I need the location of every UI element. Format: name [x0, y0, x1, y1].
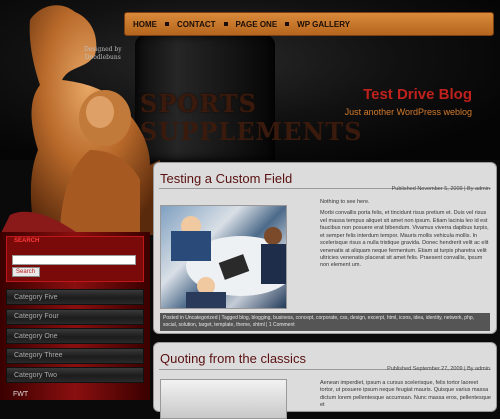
designer-credit-line1: Designed by	[84, 46, 122, 53]
post-meta: Published September 27, 2009 | By admin	[387, 366, 490, 372]
main-navigation: HOME CONTACT PAGE ONE WP GALLERY	[124, 12, 494, 36]
category-item-two[interactable]: Category Two	[6, 367, 144, 383]
post-card: Quoting from the classics Published Sept…	[153, 342, 497, 419]
nav-home-link[interactable]: HOME	[133, 20, 169, 29]
category-item-fwt[interactable]: FWT	[6, 387, 144, 403]
nav-contact-label: CONTACT	[177, 19, 216, 29]
post-paragraph: Morbi convallis porta felis, et tincidun…	[320, 210, 489, 269]
category-label: Category One	[14, 332, 58, 340]
post-meta: Published November 5, 2009 | By admin	[391, 186, 490, 192]
business-meeting-image	[171, 216, 286, 308]
post-featured-image[interactable]	[160, 205, 287, 309]
category-item-four[interactable]: Category Four	[6, 308, 144, 325]
nav-wp-gallery-label: WP GALLERY	[297, 19, 351, 29]
post-card: Testing a Custom Field Published Novembe…	[153, 162, 497, 334]
search-button[interactable]: Search	[12, 267, 40, 277]
category-item-three[interactable]: Category Three	[6, 347, 144, 364]
site-title-link[interactable]: Test Drive Blog	[363, 86, 472, 103]
nav-separator-icon	[285, 22, 290, 26]
logo-supplements-text: SUPPLEMENTS	[140, 117, 363, 146]
nav-wp-gallery-link[interactable]: WP GALLERY	[297, 20, 350, 29]
post-featured-image[interactable]	[160, 379, 287, 419]
post-excerpt: Nothing to see here. Morbi convallis por…	[320, 199, 492, 274]
site-tagline: Just another WordPress weblog	[344, 107, 472, 117]
post-excerpt: Aenean imperdiet, ipsum a cursus sceleri…	[320, 380, 492, 414]
nav-contact-link[interactable]: CONTACT	[177, 20, 228, 29]
category-label: Category Five	[14, 293, 58, 301]
category-label: Category Four	[14, 313, 59, 320]
nav-separator-icon	[165, 22, 169, 26]
nav-separator-icon	[223, 22, 228, 26]
nav-home-label: HOME	[133, 19, 157, 29]
post-intro: Nothing to see here.	[320, 199, 370, 205]
category-item-one[interactable]: Category One	[6, 328, 144, 344]
designer-credit-line2: Doodlebuns	[84, 53, 121, 61]
nav-page-one-label: PAGE ONE	[235, 19, 278, 29]
post-tags-bar[interactable]: Posted in Uncategorized | Tagged blog, b…	[160, 313, 490, 331]
designer-credit: Designed by Doodlebuns	[84, 46, 122, 62]
category-item-five[interactable]: Category Five	[6, 289, 144, 305]
category-label: Category Three	[14, 352, 63, 359]
category-label: Category Two	[14, 371, 58, 379]
nav-page-one-link[interactable]: PAGE ONE	[236, 20, 290, 29]
category-label: FWT	[13, 391, 29, 398]
post-title-link[interactable]: Testing a Custom Field	[160, 171, 292, 186]
main-content: Testing a Custom Field Published Novembe…	[153, 162, 500, 419]
search-input[interactable]	[12, 255, 136, 265]
category-list: Category Five Category Four Category One…	[6, 289, 144, 406]
search-heading: SEARCH	[14, 238, 40, 244]
post-title-link[interactable]: Quoting from the classics	[160, 351, 306, 366]
post-paragraph: Aenean imperdiet, ipsum a cursus sceleri…	[320, 380, 491, 409]
